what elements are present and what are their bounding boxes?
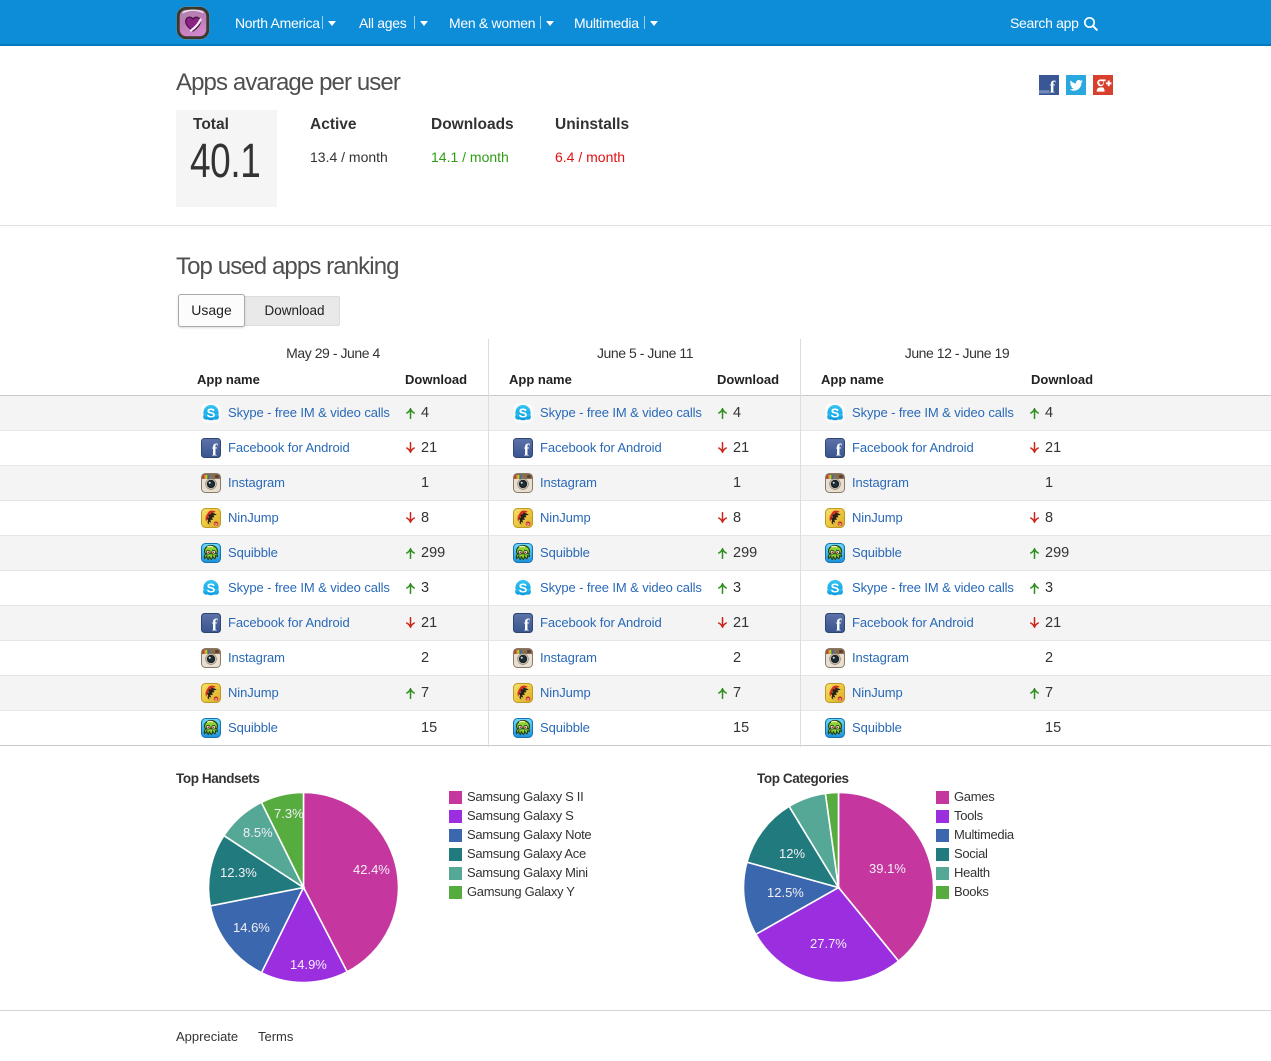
svg-text:14.6%: 14.6% bbox=[233, 920, 270, 935]
svg-text:U: U bbox=[527, 521, 530, 526]
svg-text:U: U bbox=[527, 696, 530, 701]
svg-text:U: U bbox=[215, 696, 218, 701]
svg-text:U: U bbox=[215, 521, 218, 526]
svg-text:f: f bbox=[836, 441, 842, 459]
svg-text:14.9%: 14.9% bbox=[290, 957, 327, 972]
svg-text:f: f bbox=[212, 441, 218, 459]
svg-text:f: f bbox=[212, 616, 218, 634]
svg-text:f: f bbox=[1050, 77, 1056, 95]
svg-text:S: S bbox=[519, 406, 528, 421]
svg-text:S: S bbox=[831, 406, 840, 421]
svg-text:39.1%: 39.1% bbox=[869, 861, 906, 876]
svg-text:f: f bbox=[524, 441, 530, 459]
svg-text:12.5%: 12.5% bbox=[767, 885, 804, 900]
svg-text:S: S bbox=[519, 581, 528, 596]
svg-text:f: f bbox=[524, 616, 530, 634]
svg-text:U: U bbox=[839, 696, 842, 701]
svg-text:12.3%: 12.3% bbox=[220, 865, 257, 880]
svg-text:S: S bbox=[207, 581, 216, 596]
svg-text:7.3%: 7.3% bbox=[274, 806, 304, 821]
svg-text:8.5%: 8.5% bbox=[243, 825, 273, 840]
svg-text:S: S bbox=[207, 406, 216, 421]
svg-text:42.4%: 42.4% bbox=[353, 862, 390, 877]
svg-text:f: f bbox=[836, 616, 842, 634]
svg-text:27.7%: 27.7% bbox=[810, 936, 847, 951]
svg-text:U: U bbox=[839, 521, 842, 526]
svg-text:S: S bbox=[831, 581, 840, 596]
svg-text:12%: 12% bbox=[779, 846, 805, 861]
